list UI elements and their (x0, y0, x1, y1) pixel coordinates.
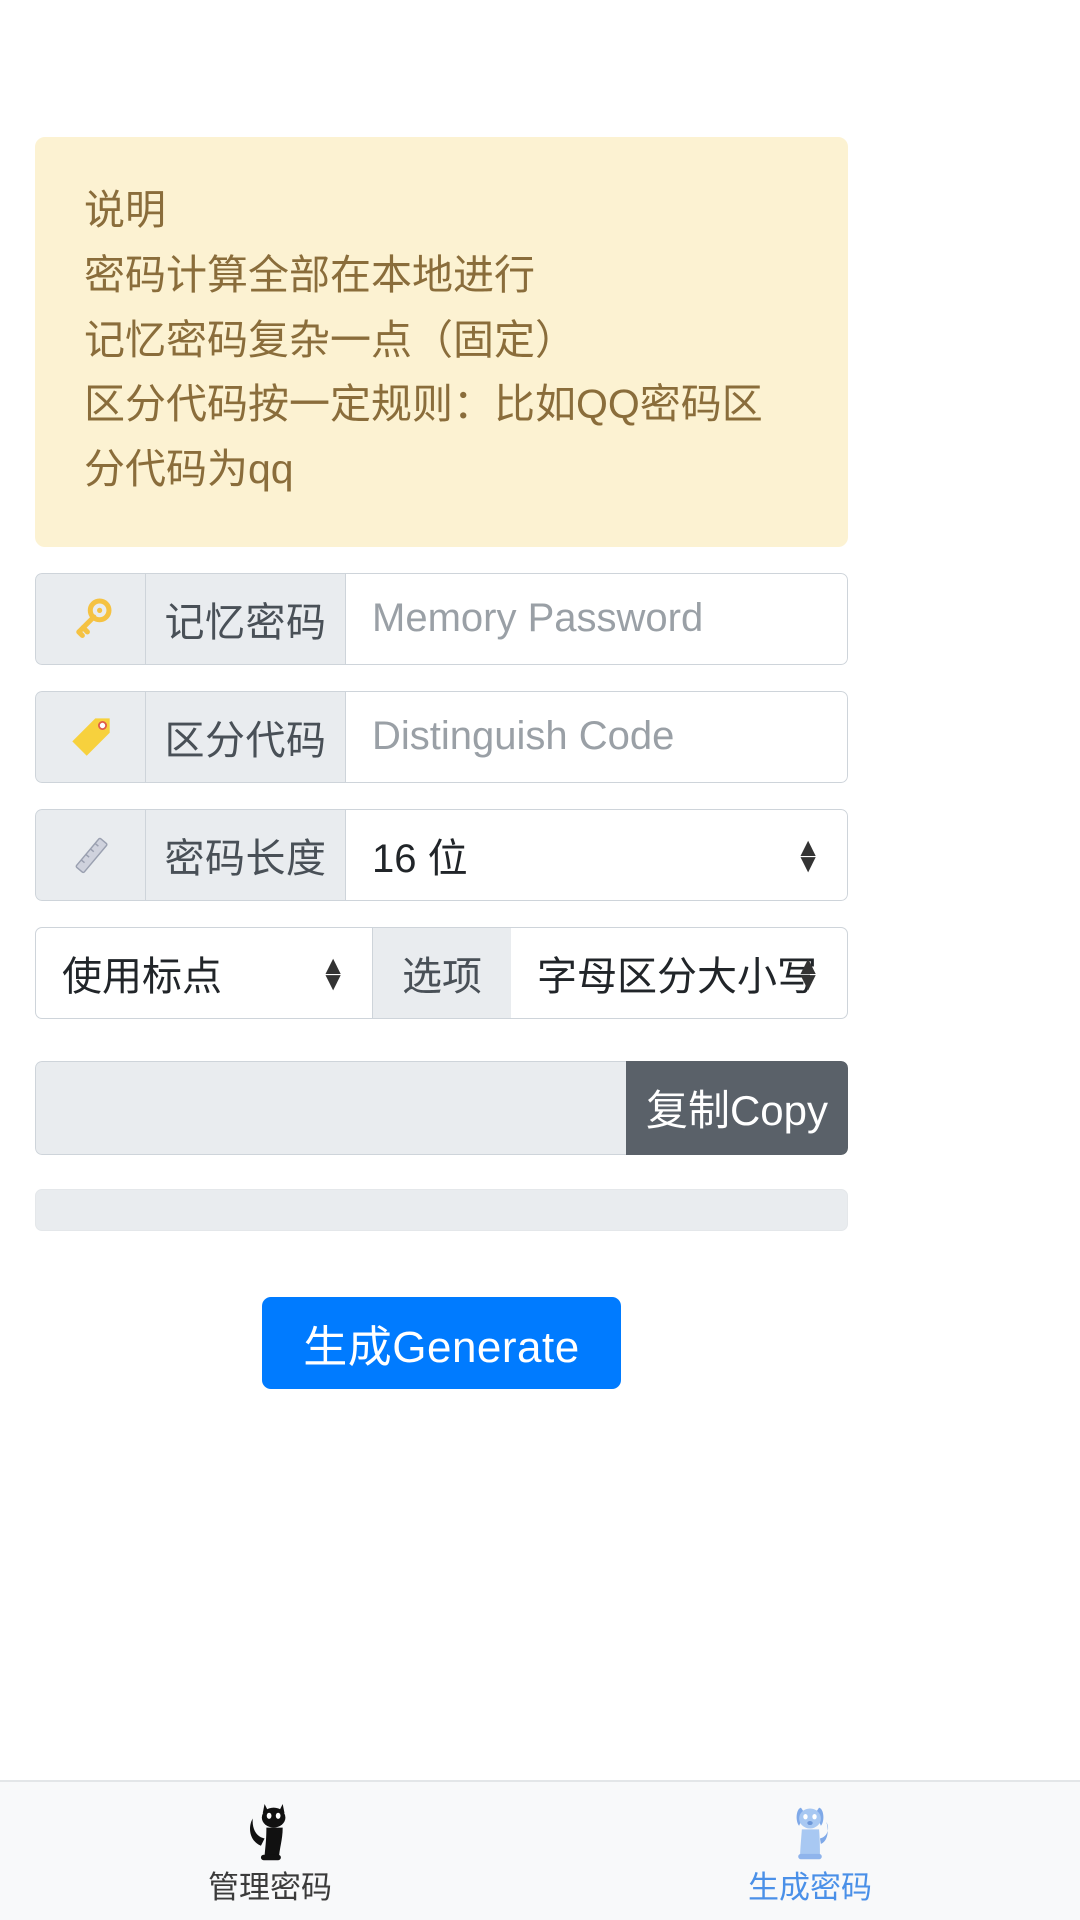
tag-icon (35, 690, 145, 783)
alert-line-4: 区分代码按一定规则：比如QQ密码区分代码为qq (84, 381, 763, 493)
password-length-label: 密码长度 (145, 808, 345, 901)
alert-line-2: 密码计算全部在本地进行 (84, 251, 535, 298)
bottom-tabbar: 管理密码 生成密码 (0, 1780, 1080, 1920)
key-icon (35, 572, 145, 665)
main-container: 说明 密码计算全部在本地进行 记忆密码复杂一点（固定） 区分代码按一定规则：比如… (35, 0, 848, 1389)
password-length-value: 16 位 (372, 836, 468, 881)
distinguish-code-label: 区分代码 (145, 690, 345, 783)
ruler-icon (35, 808, 145, 901)
copy-button[interactable]: 复制Copy (626, 1060, 848, 1155)
chevron-updown-icon: ▲ ▼ (795, 831, 821, 878)
memory-password-group: 记忆密码 Memory Password (35, 572, 848, 665)
options-row: 使用标点 ▲ ▼ 选项 字母区分大小写 ▲ ▼ (35, 926, 848, 1019)
generated-password-field[interactable] (35, 1060, 626, 1155)
dog-icon (781, 1800, 839, 1866)
chevron-updown-icon: ▲ ▼ (795, 949, 821, 996)
tab-generate-passwords-label: 生成密码 (748, 1869, 872, 1905)
memory-password-label: 记忆密码 (145, 572, 345, 665)
tab-manage-passwords-label: 管理密码 (208, 1869, 332, 1905)
password-length-group: 密码长度 16 位 ▲ ▼ (35, 808, 848, 901)
alert-line-1: 说明 (84, 187, 166, 233)
case-sensitivity-select[interactable]: 字母区分大小写 ▲ ▼ (511, 926, 848, 1019)
tab-manage-passwords[interactable]: 管理密码 (0, 1782, 540, 1920)
chevron-updown-icon: ▲ ▼ (320, 949, 346, 996)
memory-password-input[interactable]: Memory Password (345, 572, 848, 665)
tab-generate-passwords[interactable]: 生成密码 (540, 1782, 1080, 1920)
alert-line-3: 记忆密码复杂一点（固定） (84, 316, 576, 363)
options-label: 选项 (373, 926, 511, 1019)
description-alert: 说明 密码计算全部在本地进行 记忆密码复杂一点（固定） 区分代码按一定规则：比如… (35, 137, 848, 547)
punctuation-select[interactable]: 使用标点 ▲ ▼ (35, 926, 373, 1019)
generate-button[interactable]: 生成Generate (262, 1296, 621, 1389)
result-copy-row: 复制Copy (35, 1060, 848, 1155)
password-length-select[interactable]: 16 位 ▲ ▼ (345, 808, 848, 901)
case-sensitivity-value: 字母区分大小写 (537, 954, 817, 999)
secondary-result-bar[interactable] (35, 1188, 848, 1231)
cat-icon (241, 1800, 299, 1866)
generate-button-wrap: 生成Generate (35, 1296, 848, 1389)
app-root: 说明 密码计算全部在本地进行 记忆密码复杂一点（固定） 区分代码按一定规则：比如… (0, 0, 1080, 1920)
distinguish-code-group: 区分代码 Distinguish Code (35, 690, 848, 783)
distinguish-code-input[interactable]: Distinguish Code (345, 690, 848, 783)
punctuation-select-value: 使用标点 (62, 954, 222, 999)
